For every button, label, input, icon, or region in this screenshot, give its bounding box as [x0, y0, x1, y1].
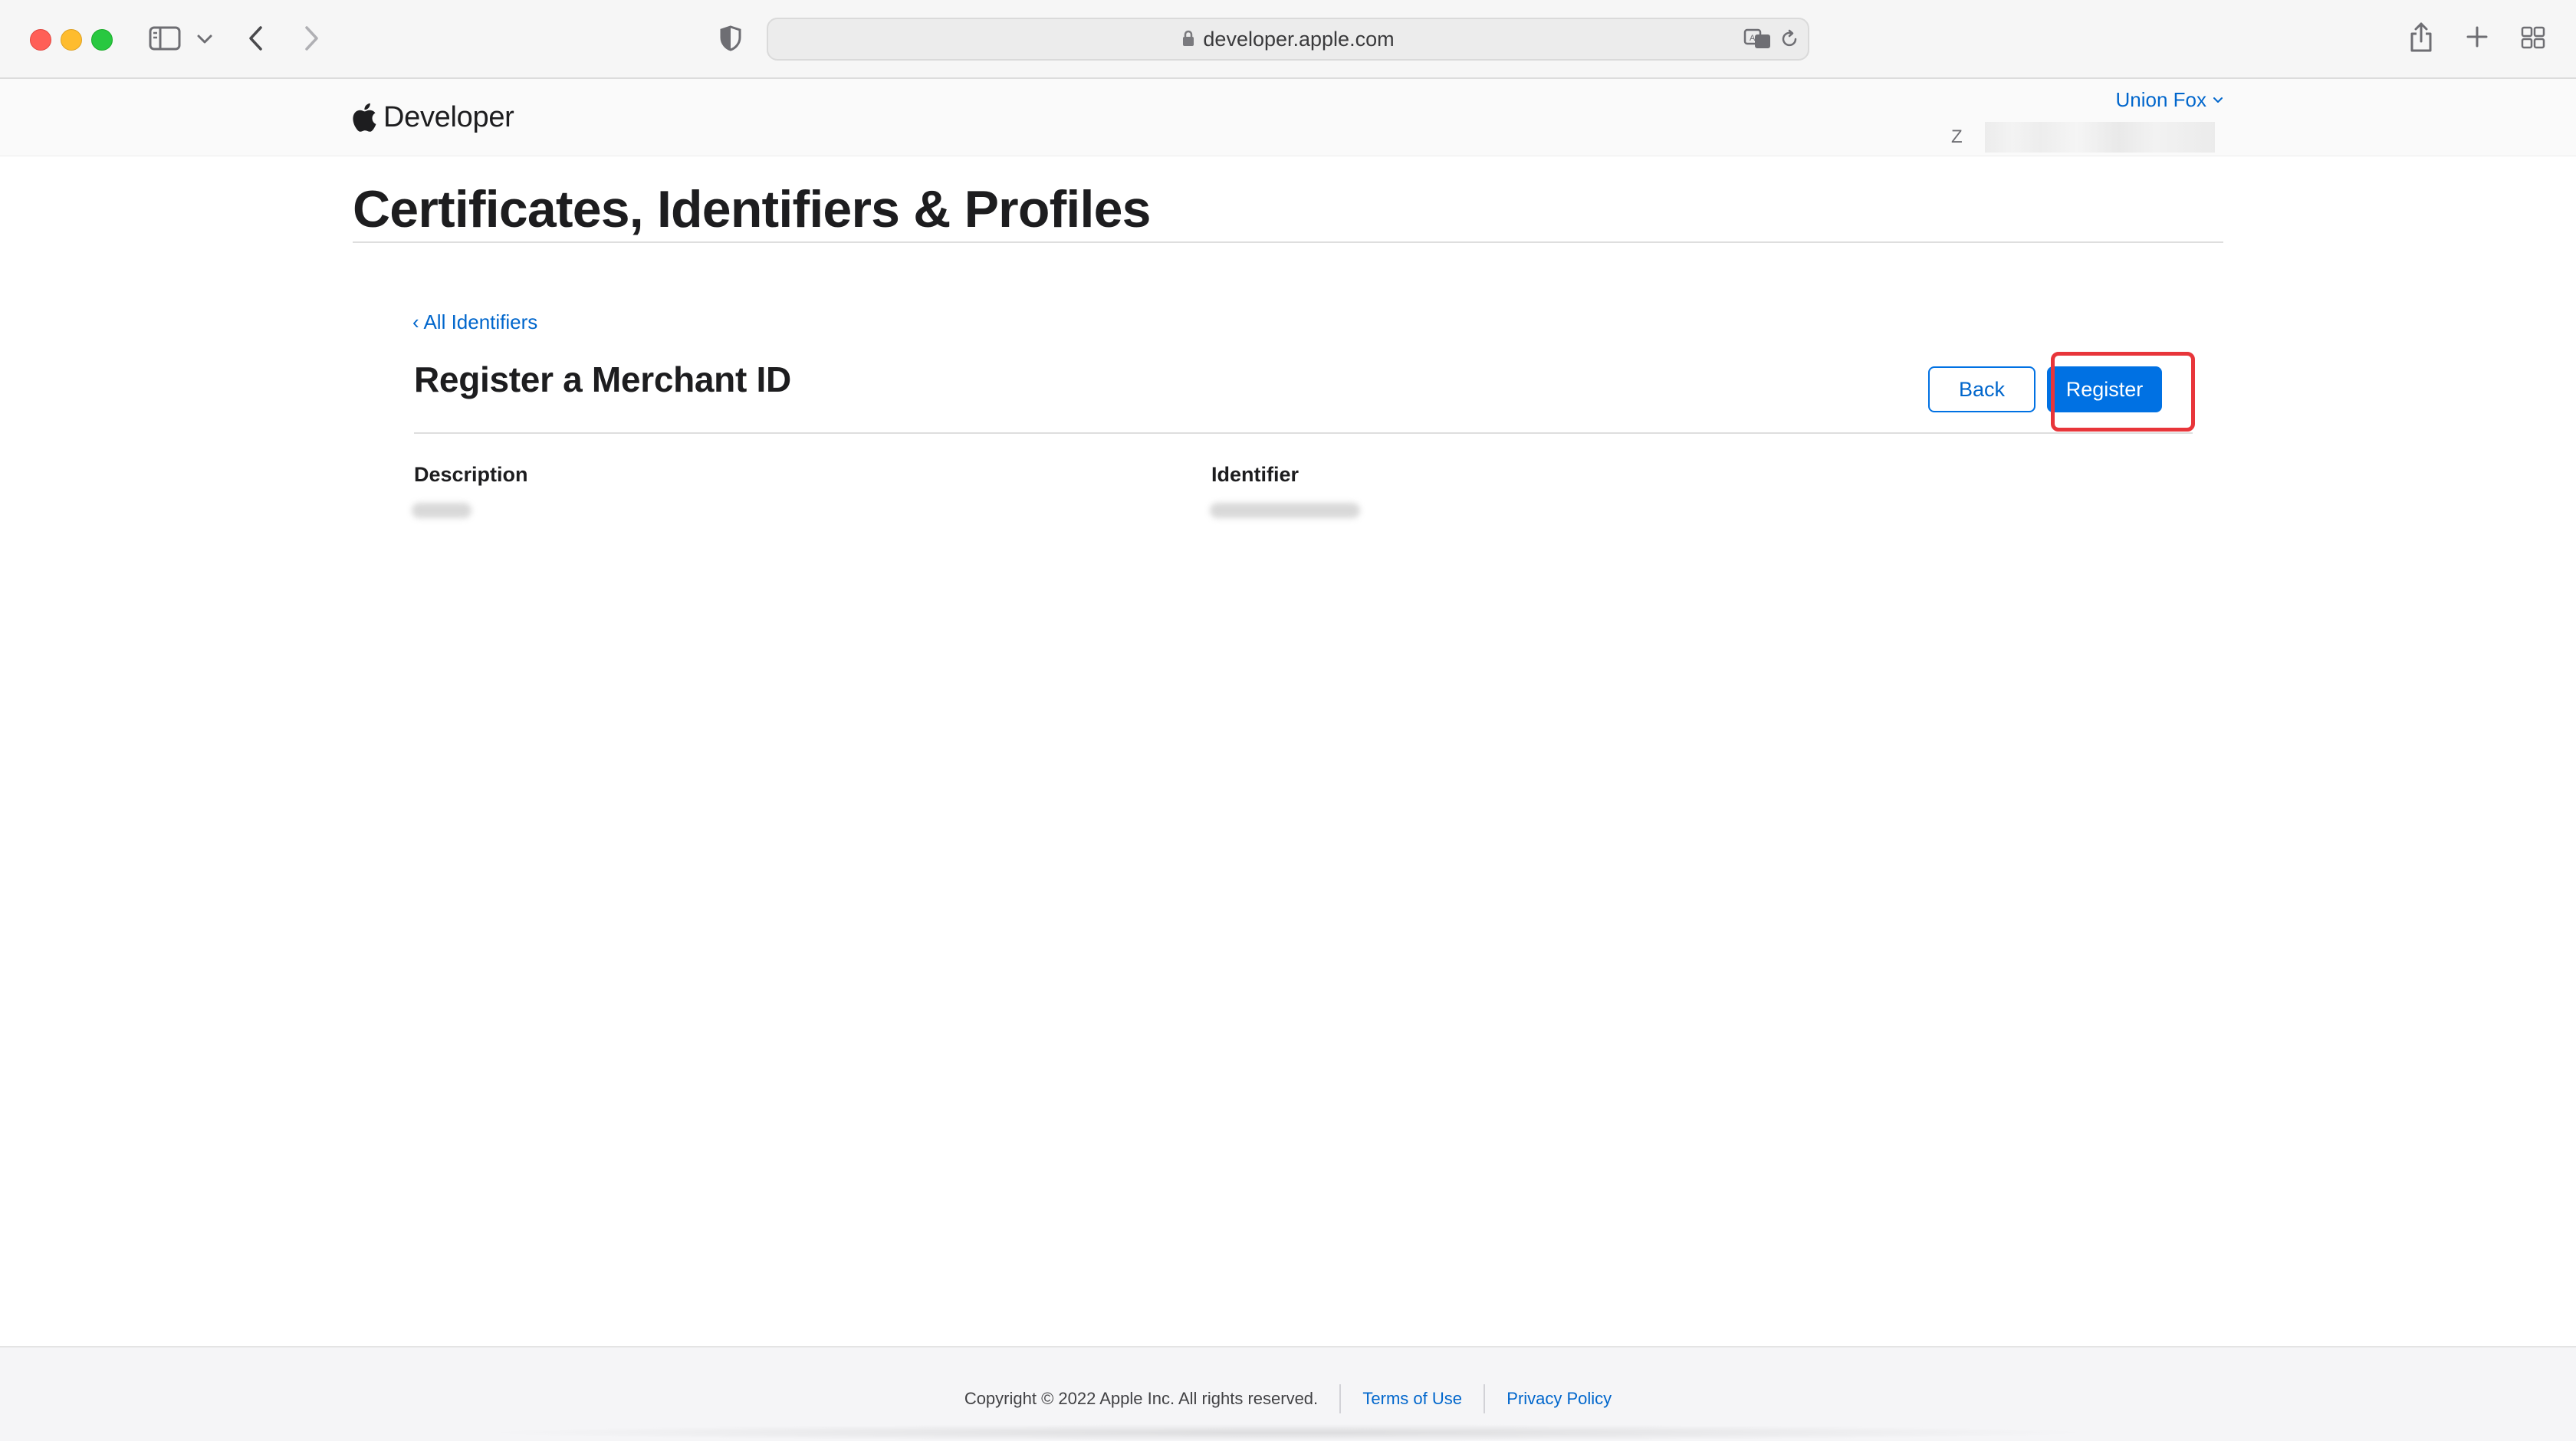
forward-arrow-icon[interactable]	[302, 25, 320, 52]
privacy-policy-link[interactable]: Privacy Policy	[1506, 1389, 1612, 1409]
sidebar-icon[interactable]	[149, 26, 181, 51]
redacted-team-name	[1985, 122, 2215, 153]
minimize-window-button[interactable]	[61, 29, 82, 51]
translate-icon[interactable]: A	[1743, 28, 1773, 50]
team-info: Z	[1951, 119, 2215, 156]
chevron-down-icon[interactable]	[196, 34, 213, 44]
footer-separator	[1339, 1384, 1342, 1413]
description-value-redacted	[412, 503, 472, 518]
section-title: Register a Merchant ID	[414, 359, 791, 399]
identifier-label: Identifier	[1211, 463, 1300, 486]
terms-of-use-link[interactable]: Terms of Use	[1362, 1389, 1462, 1409]
back-button[interactable]: Back	[1928, 366, 2036, 412]
reload-icon[interactable]	[1779, 28, 1800, 50]
plus-icon[interactable]	[2466, 25, 2489, 48]
back-arrow-icon[interactable]	[247, 25, 265, 52]
title-divider	[353, 241, 2223, 243]
footer-separator	[1484, 1384, 1486, 1413]
account-name: Union Fox	[2115, 88, 2207, 111]
team-initial: Z	[1951, 126, 1963, 147]
url-display: developer.apple.com	[768, 19, 1808, 59]
description-label: Description	[414, 463, 528, 486]
zoom-window-button[interactable]	[91, 29, 113, 51]
developer-logo[interactable]: Developer	[351, 96, 514, 139]
close-window-button[interactable]	[30, 29, 51, 51]
site-header: Developer Union Fox Z	[0, 79, 2576, 156]
copyright-text: Copyright © 2022 Apple Inc. All rights r…	[964, 1389, 1319, 1408]
svg-text:A: A	[1750, 34, 1756, 43]
browser-toolbar: developer.apple.com A	[0, 0, 2576, 79]
url-text: developer.apple.com	[1203, 28, 1395, 51]
share-icon[interactable]	[2409, 21, 2433, 54]
footer-links: Copyright © 2022 Apple Inc. All rights r…	[0, 1384, 2576, 1413]
apple-logo-icon	[353, 103, 376, 132]
section-divider	[414, 432, 2193, 434]
chevron-down-icon	[2213, 97, 2223, 103]
account-menu[interactable]: Union Fox	[2116, 88, 2224, 112]
shield-icon[interactable]	[719, 25, 742, 52]
all-identifiers-link[interactable]: ‹ All Identifiers	[412, 310, 537, 334]
lock-icon	[1183, 30, 1194, 46]
page-title: Certificates, Identifiers & Profiles	[353, 180, 1151, 238]
grid-icon[interactable]	[2521, 26, 2545, 49]
footer-shadow	[475, 1424, 2101, 1441]
address-bar[interactable]: developer.apple.com A	[767, 18, 1809, 61]
logo-text: Developer	[383, 100, 514, 133]
identifier-value-redacted	[1210, 503, 1360, 518]
register-button[interactable]: Register	[2047, 366, 2162, 412]
